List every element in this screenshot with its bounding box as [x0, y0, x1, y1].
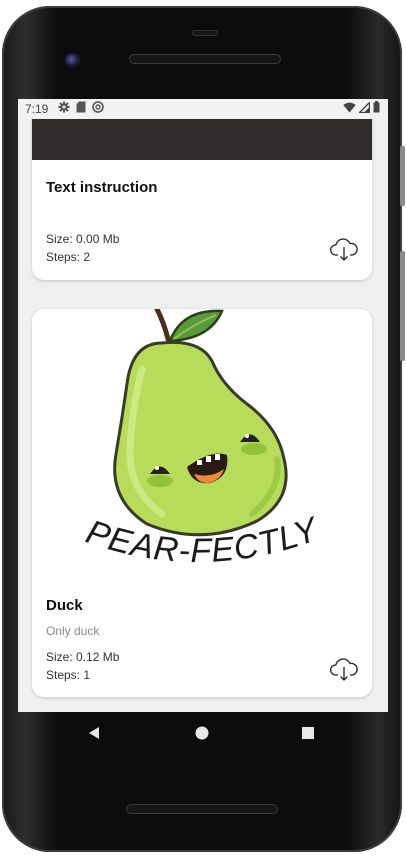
signal-icon [359, 101, 370, 113]
card-title: Text instruction [46, 179, 158, 196]
card-size: Size: 0.00 Mb [46, 232, 120, 246]
cloud-download-icon[interactable] [329, 656, 359, 682]
status-bar: 7:19 [18, 99, 388, 119]
volume-button [400, 251, 405, 361]
home-icon[interactable] [195, 726, 209, 740]
gear-icon [58, 101, 70, 113]
sensor-slot [192, 30, 218, 36]
navigation-bar [18, 712, 388, 756]
instruction-card[interactable]: PEAR-FECTLY CUTE Duck Only duck Size: 0.… [32, 309, 372, 697]
screen: 7:19 Text instruction Size: 0.00 Mb Step… [18, 99, 388, 712]
cloud-download-icon[interactable] [329, 236, 359, 262]
card-title: Duck [46, 597, 83, 614]
status-right-icons [343, 101, 380, 113]
front-camera [65, 53, 81, 69]
card-image [32, 119, 372, 160]
instruction-card[interactable]: Text instruction Size: 0.00 Mb Steps: 2 [32, 119, 372, 280]
card-description: Only duck [46, 624, 100, 638]
wifi-icon [343, 102, 356, 112]
sync-icon [92, 101, 104, 113]
sd-card-icon [76, 101, 86, 113]
card-steps: Steps: 1 [46, 668, 91, 682]
top-speaker [129, 54, 281, 64]
status-left-icons [58, 101, 104, 113]
power-button [400, 146, 405, 206]
status-time: 7:19 [25, 102, 49, 116]
bottom-speaker [126, 804, 278, 814]
instruction-list[interactable]: Text instruction Size: 0.00 Mb Steps: 2 [18, 119, 388, 712]
card-steps: Steps: 2 [46, 250, 91, 264]
card-size: Size: 0.12 Mb [46, 650, 120, 664]
back-icon[interactable] [87, 726, 101, 740]
recents-icon[interactable] [301, 726, 315, 740]
card-image: PEAR-FECTLY CUTE [32, 309, 324, 570]
battery-icon [373, 101, 380, 113]
